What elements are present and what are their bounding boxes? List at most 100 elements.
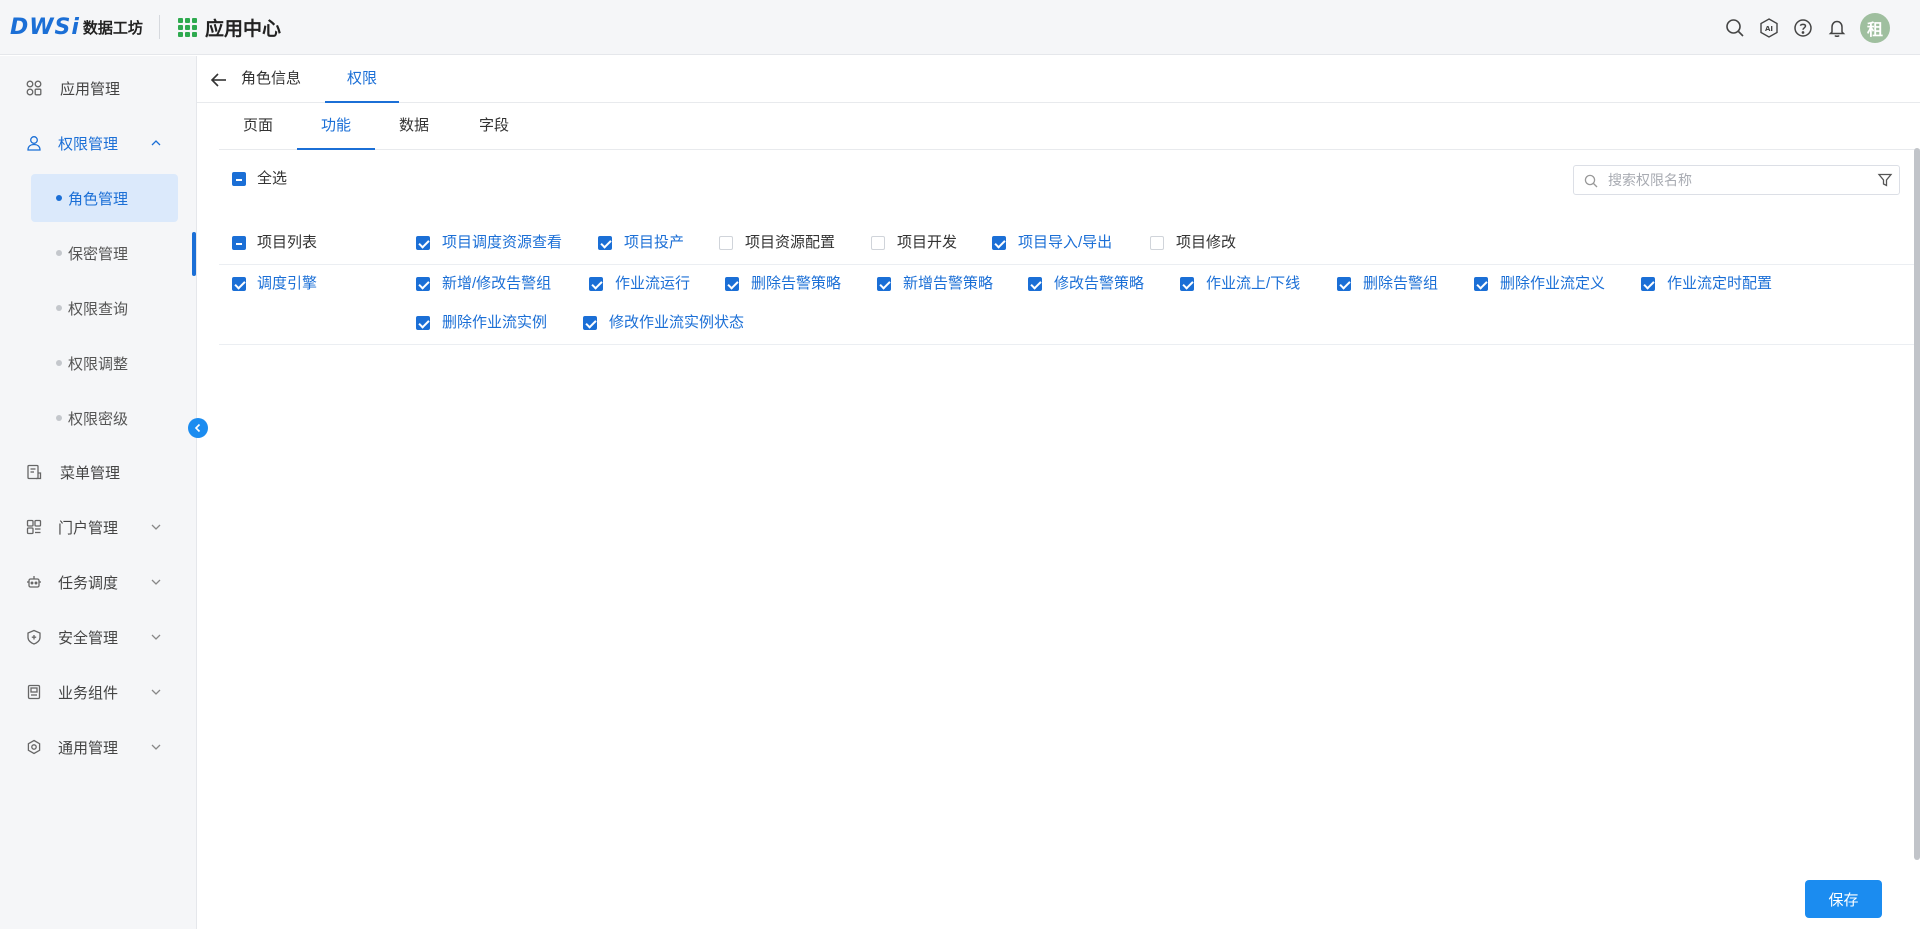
chevron-left-icon bbox=[194, 423, 201, 433]
sidebar-item-label: 通用管理 bbox=[58, 739, 119, 757]
sidebar-subitem-label: 权限调整 bbox=[68, 355, 129, 373]
sidebar-item-label: 业务组件 bbox=[58, 684, 119, 702]
bullet-dot bbox=[56, 305, 62, 311]
search-icon[interactable] bbox=[1718, 11, 1752, 45]
permission-label: 项目资源配置 bbox=[745, 234, 836, 251]
avatar[interactable]: 租 bbox=[1860, 12, 1890, 43]
sidebar-item-label: 安全管理 bbox=[58, 629, 119, 647]
permission-checkbox[interactable] bbox=[992, 236, 1006, 250]
permission-checkbox[interactable] bbox=[416, 316, 430, 330]
header-divider bbox=[158, 15, 160, 39]
permission-label: 项目导入/导出 bbox=[1018, 234, 1113, 251]
main-content: 角色信息 权限 页面 功能 数据 字段 全选 项目列表 项目调度资源查看 项目投… bbox=[197, 56, 1920, 929]
subtab-function[interactable]: 功能 bbox=[297, 103, 375, 150]
sidebar-item-label: 任务调度 bbox=[58, 574, 119, 592]
subtab-field[interactable]: 字段 bbox=[455, 103, 533, 150]
permission-label: 删除告警组 bbox=[1363, 275, 1439, 292]
logo-text: 数据工坊 bbox=[82, 19, 143, 37]
sidebar-item-portal-management[interactable]: 门户管理 bbox=[0, 507, 196, 547]
permission-checkbox[interactable] bbox=[1641, 277, 1655, 291]
chevron-down-icon bbox=[151, 744, 161, 750]
permission-checkbox[interactable] bbox=[1150, 236, 1164, 250]
permission-checkbox[interactable] bbox=[416, 277, 430, 291]
sidebar-item-permission-management[interactable]: 权限管理 bbox=[0, 123, 196, 163]
permission-checkbox[interactable] bbox=[1337, 277, 1351, 291]
permission-label: 删除作业流实例 bbox=[442, 314, 548, 331]
permission-checkbox[interactable] bbox=[725, 277, 739, 291]
row-checkbox[interactable] bbox=[232, 277, 246, 291]
sidebar: 应用管理 权限管理 角色管理 保密管理 权限查询 权限调整 权限密级 菜单管理 … bbox=[0, 56, 197, 929]
sidebar-item-menu-management[interactable]: 菜单管理 bbox=[0, 452, 196, 492]
sidebar-item-label: 权限管理 bbox=[58, 135, 119, 153]
permission-checkbox[interactable] bbox=[1474, 277, 1488, 291]
active-indicator bbox=[192, 232, 196, 276]
permission-label: 作业流上/下线 bbox=[1206, 275, 1301, 292]
subtab-data[interactable]: 数据 bbox=[375, 103, 453, 150]
permission-checkbox[interactable] bbox=[598, 236, 612, 250]
shield-icon bbox=[27, 629, 41, 645]
help-icon[interactable] bbox=[1786, 11, 1820, 45]
permission-label: 项目修改 bbox=[1176, 234, 1237, 251]
svg-text:AI: AI bbox=[1765, 25, 1773, 33]
bullet-dot bbox=[56, 360, 62, 366]
sidebar-item-general-management[interactable]: 通用管理 bbox=[0, 727, 196, 767]
bullet-dot bbox=[56, 250, 62, 256]
sidebar-subitem-label: 角色管理 bbox=[68, 190, 129, 208]
sidebar-item-label: 菜单管理 bbox=[60, 464, 121, 482]
permission-checkbox[interactable] bbox=[1180, 277, 1194, 291]
sidebar-item-task-scheduling[interactable]: 任务调度 bbox=[0, 562, 196, 602]
app-grid-icon bbox=[177, 17, 197, 37]
sidebar-subitem-role-management[interactable]: 角色管理 bbox=[31, 174, 178, 222]
back-arrow-icon[interactable] bbox=[209, 70, 229, 90]
settings-icon bbox=[27, 739, 41, 755]
row-label: 项目列表 bbox=[257, 234, 318, 251]
tab-permissions[interactable]: 权限 bbox=[325, 56, 399, 103]
sidebar-subitem-permission-query[interactable]: 权限查询 bbox=[31, 284, 178, 332]
sidebar-item-business-components[interactable]: 业务组件 bbox=[0, 672, 196, 712]
permission-checkbox[interactable] bbox=[416, 236, 430, 250]
search-box bbox=[1573, 165, 1900, 195]
permission-label: 修改作业流实例状态 bbox=[609, 314, 745, 331]
sidebar-subitem-secrecy-management[interactable]: 保密管理 bbox=[31, 229, 178, 277]
logo[interactable]: DWSi 数据工坊 bbox=[0, 0, 143, 55]
sidebar-subitem-permission-adjust[interactable]: 权限调整 bbox=[31, 339, 178, 387]
sidebar-subitem-label: 保密管理 bbox=[68, 245, 129, 263]
chevron-down-icon bbox=[151, 689, 161, 695]
sidebar-collapse-button[interactable] bbox=[188, 418, 208, 438]
sidebar-subitem-label: 权限密级 bbox=[68, 410, 129, 428]
permission-checkbox[interactable] bbox=[877, 277, 891, 291]
menu-doc-icon bbox=[27, 464, 42, 480]
permission-label: 删除作业流定义 bbox=[1500, 275, 1606, 292]
bell-icon[interactable] bbox=[1820, 11, 1854, 45]
permission-label: 新增/修改告警组 bbox=[442, 275, 552, 292]
select-all-checkbox[interactable] bbox=[232, 172, 246, 186]
sidebar-item-security-management[interactable]: 安全管理 bbox=[0, 617, 196, 657]
bullet-dot bbox=[56, 415, 62, 421]
permission-label: 删除告警策略 bbox=[751, 275, 842, 292]
subtab-page[interactable]: 页面 bbox=[219, 103, 297, 150]
chevron-up-icon bbox=[151, 140, 161, 146]
user-lock-icon bbox=[27, 136, 41, 151]
permission-checkbox[interactable] bbox=[871, 236, 885, 250]
chevron-down-icon bbox=[151, 524, 161, 530]
filter-icon[interactable] bbox=[1877, 172, 1893, 188]
search-input[interactable] bbox=[1608, 170, 1858, 190]
permission-checkbox[interactable] bbox=[589, 277, 603, 291]
app-center[interactable]: 应用中心 bbox=[177, 14, 281, 41]
row-checkbox[interactable] bbox=[232, 236, 246, 250]
permission-checkbox[interactable] bbox=[583, 316, 597, 330]
permission-label: 修改告警策略 bbox=[1054, 275, 1145, 292]
tab-role-info[interactable]: 角色信息 bbox=[241, 56, 301, 103]
sidebar-item-app-management[interactable]: 应用管理 bbox=[0, 68, 196, 108]
apps-icon bbox=[26, 80, 42, 96]
permission-checkbox[interactable] bbox=[1028, 277, 1042, 291]
vertical-scrollbar[interactable] bbox=[1914, 148, 1920, 860]
logo-mark: DWSi bbox=[10, 14, 80, 40]
permission-label: 项目投产 bbox=[624, 234, 685, 251]
save-button[interactable]: 保存 bbox=[1805, 880, 1882, 918]
ai-icon[interactable]: AI bbox=[1752, 11, 1786, 45]
row-divider bbox=[219, 264, 1920, 265]
sidebar-item-label: 门户管理 bbox=[58, 519, 119, 537]
sidebar-subitem-permission-level[interactable]: 权限密级 bbox=[31, 394, 178, 442]
permission-checkbox[interactable] bbox=[719, 236, 733, 250]
